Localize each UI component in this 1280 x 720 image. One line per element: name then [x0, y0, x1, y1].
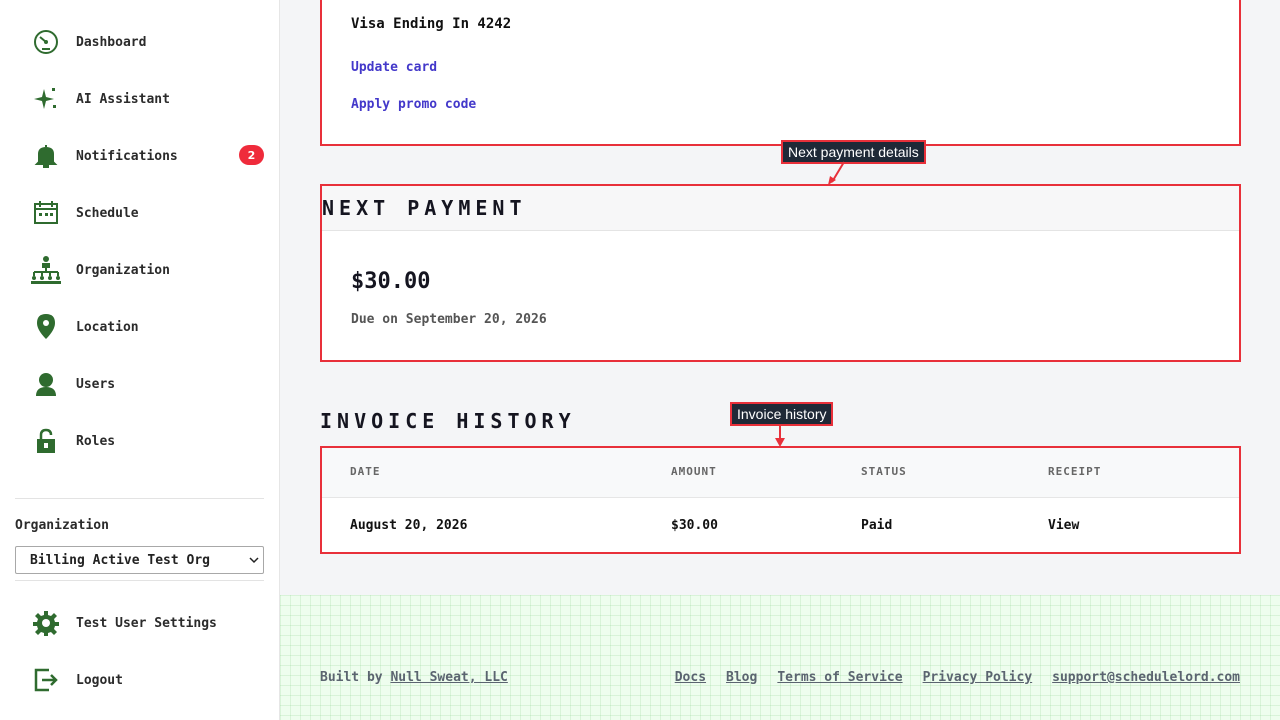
user-icon [30, 368, 62, 400]
sidebar-item-label: Roles [76, 433, 116, 449]
invoice-status: Paid [861, 518, 893, 533]
sidebar-divider [15, 580, 264, 581]
sidebar-item-logout[interactable]: Logout [30, 660, 264, 700]
sidebar-nav: Dashboard AI Assistant Notifications 2 S… [15, 0, 264, 492]
payment-method-card: Visa Ending In 4242 Update card Apply pr… [320, 0, 1241, 146]
update-card-link[interactable]: Update card [351, 60, 437, 75]
column-header-receipt: RECEIPT [1048, 465, 1102, 478]
sidebar-item-user-settings[interactable]: Test User Settings [30, 603, 264, 643]
invoice-amount: $30.00 [671, 518, 718, 533]
sidebar-item-label: Organization [76, 262, 170, 278]
column-header-amount: AMOUNT [671, 465, 717, 478]
built-by-text: Built by [320, 670, 383, 685]
bell-icon [30, 140, 62, 172]
invoice-history-table: DATE AMOUNT STATUS RECEIPT August 20, 20… [320, 446, 1241, 554]
next-payment-amount: $30.00 [351, 269, 431, 294]
sparkle-icon [30, 83, 62, 115]
apply-promo-code-link[interactable]: Apply promo code [351, 97, 476, 112]
dashboard-gauge-icon [30, 26, 62, 58]
sidebar-item-label: Dashboard [76, 34, 147, 50]
table-header: DATE AMOUNT STATUS RECEIPT [322, 448, 1239, 498]
card-description: Visa Ending In 4242 [351, 16, 512, 32]
lock-icon [30, 425, 62, 457]
footer-link-blog[interactable]: Blog [726, 670, 757, 685]
footer: Built by Null Sweat, LLC Docs Blog Terms… [280, 595, 1280, 720]
next-payment-title: Next Payment [322, 196, 527, 220]
sidebar-item-schedule[interactable]: Schedule [30, 193, 264, 233]
footer-link-terms[interactable]: Terms of Service [777, 670, 902, 685]
sidebar-divider [15, 498, 264, 499]
chevron-down-icon [249, 557, 259, 564]
sidebar-item-label: Notifications [76, 148, 178, 164]
notification-count-badge: 2 [239, 145, 264, 165]
company-link[interactable]: Null Sweat, LLC [390, 670, 507, 685]
sidebar-item-label: AI Assistant [76, 91, 170, 107]
sidebar-item-ai-assistant[interactable]: AI Assistant [30, 79, 264, 119]
organization-label: Organization [15, 518, 109, 533]
next-payment-callout: Next payment details [781, 140, 926, 164]
footer-links: Docs Blog Terms of Service Privacy Polic… [675, 670, 1240, 685]
gear-icon [30, 607, 62, 639]
org-chart-icon [30, 254, 62, 286]
column-header-date: DATE [350, 465, 381, 478]
organization-selected-value: Billing Active Test Org [30, 552, 211, 568]
partial-icon [30, 482, 62, 492]
sidebar-item-label: Logout [76, 672, 123, 688]
sidebar-item-organization[interactable]: Organization [30, 250, 264, 290]
calendar-icon [30, 197, 62, 229]
invoice-date: August 20, 2026 [350, 518, 468, 533]
next-payment-header: Next Payment [322, 186, 1239, 231]
sidebar-item-users[interactable]: Users [30, 364, 264, 404]
footer-link-docs[interactable]: Docs [675, 670, 706, 685]
sidebar-item-label: Schedule [76, 205, 139, 221]
organization-select[interactable]: Billing Active Test Org [15, 546, 264, 574]
logout-icon [30, 664, 62, 696]
footer-link-support-email[interactable]: support@schedulelord.com [1052, 670, 1240, 685]
sidebar-item-notifications[interactable]: Notifications 2 [30, 136, 264, 176]
sidebar: Dashboard AI Assistant Notifications 2 S… [0, 0, 280, 720]
sidebar-item-label: Test User Settings [76, 615, 217, 631]
sidebar-item-label: Users [76, 376, 116, 392]
footer-credit: Built by Null Sweat, LLC [320, 670, 508, 685]
next-payment-card: Next Payment $30.00 Due on September 20,… [320, 184, 1241, 362]
sidebar-item-roles[interactable]: Roles [30, 421, 264, 461]
sidebar-item-partial[interactable] [30, 478, 264, 492]
invoice-history-title: Invoice History [320, 409, 576, 433]
sidebar-item-label: Location [76, 319, 139, 335]
next-payment-due-date: Due on September 20, 2026 [351, 312, 547, 327]
footer-link-privacy[interactable]: Privacy Policy [923, 670, 1033, 685]
sidebar-item-dashboard[interactable]: Dashboard [30, 22, 264, 62]
main-content: Visa Ending In 4242 Update card Apply pr… [280, 0, 1280, 595]
view-receipt-link[interactable]: View [1048, 518, 1079, 533]
column-header-status: STATUS [861, 465, 907, 478]
sidebar-item-location[interactable]: Location [30, 307, 264, 347]
map-pin-icon [30, 311, 62, 343]
table-row: August 20, 2026 $30.00 Paid View [322, 498, 1239, 553]
